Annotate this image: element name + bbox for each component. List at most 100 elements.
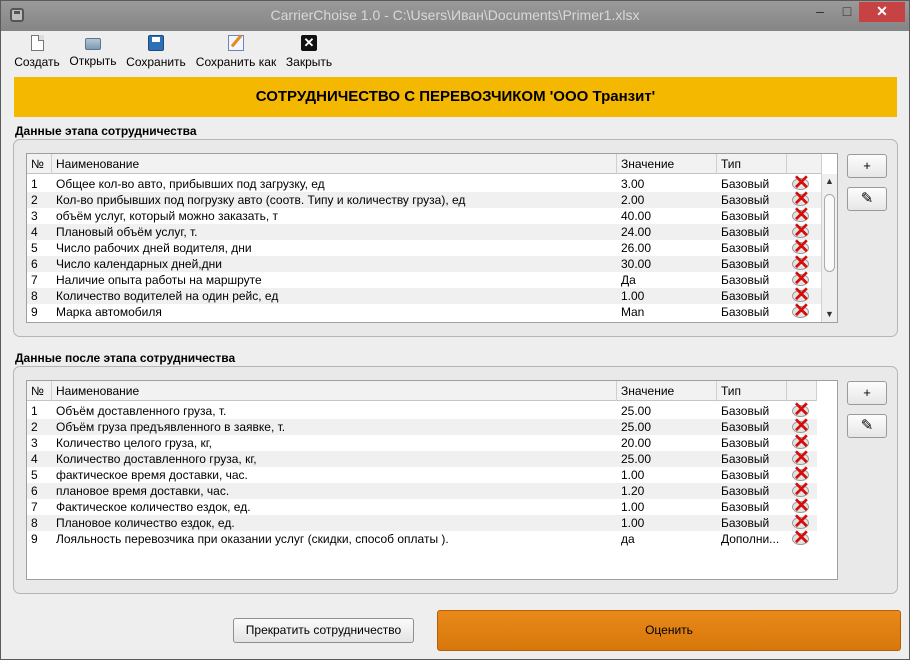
edit-icon: ✎	[860, 417, 874, 434]
row-value: 1.00	[621, 500, 645, 514]
table-row[interactable]: 4 Количество доставленного груза, кг, 25.0…	[27, 448, 817, 468]
delete-row-button[interactable]: ✕	[789, 528, 811, 548]
table-row[interactable]: 2 Объём груза предъявленного в заявке, т.…	[27, 416, 817, 436]
table-row[interactable]: 6 Число календарных дней,дни 30.00 Базовый ✕	[27, 253, 822, 273]
minimize-button[interactable]: –	[807, 2, 833, 22]
row-name: объём услуг, который можно заказать, т	[56, 209, 279, 223]
row-num: 1	[31, 404, 38, 418]
row-num: 6	[31, 484, 38, 498]
section1-edit-button[interactable]: ✎	[847, 187, 887, 211]
table-row[interactable]: 9 Лояльность перевозчика при оказании усл…	[27, 528, 817, 548]
table-row[interactable]: 7 Фактическое количество ездок, ед. 1.00 Ба…	[27, 496, 817, 516]
row-name: Число календарных дней,дни	[56, 257, 222, 271]
open-button[interactable]: Открыть	[68, 33, 118, 73]
col-num-header[interactable]: №	[27, 381, 52, 401]
scroll-thumb[interactable]	[824, 194, 835, 272]
row-type: Базовый	[721, 209, 770, 223]
row-num: 3	[31, 436, 38, 450]
table-row[interactable]: 1 Общее кол-во авто, прибывших под загруз…	[27, 173, 822, 193]
row-name: Общее кол-во авто, прибывших под загрузк…	[56, 177, 325, 191]
app-icon[interactable]	[10, 8, 24, 22]
col-type-header[interactable]: Тип	[717, 381, 787, 401]
stop-cooperation-button[interactable]: Прекратить сотрудничество	[233, 618, 414, 643]
row-type: Базовый	[721, 516, 770, 530]
table-row[interactable]: 2 Кол-во прибывших под погрузку авто (соо…	[27, 189, 822, 209]
scroll-up-arrow[interactable]: ▲	[822, 174, 837, 189]
table-row[interactable]: 7 Наличие опыта работы на маршруте Да Базов…	[27, 269, 822, 289]
section1-add-button[interactable]: +	[847, 154, 887, 178]
toolbar: Создать Открыть Сохранить Сохранить как …	[1, 31, 909, 73]
close-file-button[interactable]: ✕ Закрыть	[284, 33, 334, 73]
row-value: 1.20	[621, 484, 645, 498]
col-delete-header	[787, 154, 822, 174]
row-name: Количество целого груза, кг,	[56, 436, 212, 450]
col-name-header[interactable]: Наименование	[52, 154, 617, 174]
table-row[interactable]: 5 Число рабочих дней водителя, дни 26.00 Ба…	[27, 237, 822, 257]
col-type-header[interactable]: Тип	[717, 154, 787, 174]
row-name: Марка автомобиля	[56, 305, 162, 319]
row-value: 40.00	[621, 209, 652, 223]
table-row[interactable]: 3 Количество целого груза, кг, 20.00 Базовы…	[27, 432, 817, 452]
new-file-icon	[30, 35, 44, 51]
row-value: да	[621, 532, 635, 546]
maximize-button[interactable]: □	[834, 2, 860, 22]
table-row[interactable]: 8 Плановое количество ездок, ед. 1.00 Базов…	[27, 512, 817, 532]
table-row[interactable]: 4 Плановый объём услуг, т. 24.00 Базовый ✕	[27, 221, 822, 241]
table-row[interactable]: 5 фактическое время доставки, час. 1.00 Баз…	[27, 464, 817, 484]
table-row[interactable]: 8 Количество водителей на один рейс, ед 1.…	[27, 285, 822, 305]
save-button[interactable]: Сохранить	[124, 33, 188, 73]
folder-icon	[85, 38, 101, 50]
close-window-button[interactable]: ✕	[859, 2, 905, 22]
row-num: 2	[31, 193, 38, 207]
row-num: 8	[31, 289, 38, 303]
row-value: 25.00	[621, 420, 652, 434]
section1-table[interactable]: № Наименование Значение Тип 1 Общее кол-в…	[26, 153, 838, 323]
delete-row-button[interactable]: ✕	[789, 301, 811, 321]
table-row[interactable]: 1 Объём доставленного груза, т. 25.00 Базов…	[27, 400, 817, 420]
section1-scrollbar[interactable]: ▲ ▼	[821, 174, 837, 322]
col-num-header[interactable]: №	[27, 154, 52, 174]
row-num: 9	[31, 532, 38, 546]
row-name: Объём груза предъявленного в заявке, т.	[56, 420, 286, 434]
row-value: 20.00	[621, 436, 652, 450]
col-value-header[interactable]: Значение	[617, 381, 717, 401]
table-row[interactable]: 3 объём услуг, который можно заказать, т 4…	[27, 205, 822, 225]
section2-title: Данные после этапа сотрудничества	[15, 351, 236, 365]
save-as-button[interactable]: Сохранить как	[193, 33, 279, 73]
row-type: Базовый	[721, 468, 770, 482]
row-name: Количество доставленного груза, кг,	[56, 452, 257, 466]
row-num: 5	[31, 468, 38, 482]
section1-panel: № Наименование Значение Тип 1 Общее кол-в…	[13, 139, 898, 337]
row-name: Число рабочих дней водителя, дни	[56, 241, 252, 255]
table-row[interactable]: 9 Марка автомобиля Man Базовый ✕	[27, 301, 822, 321]
floppy-icon	[148, 35, 164, 51]
row-value: 25.00	[621, 404, 652, 418]
section2-add-button[interactable]: +	[847, 381, 887, 405]
row-value: 1.00	[621, 516, 645, 530]
col-value-header[interactable]: Значение	[617, 154, 717, 174]
create-button[interactable]: Создать	[12, 33, 62, 73]
close-label: Закрыть	[285, 55, 333, 69]
section1-title: Данные этапа сотрудничества	[15, 124, 197, 138]
row-type: Базовый	[721, 452, 770, 466]
section2-table-header: № Наименование Значение Тип	[27, 381, 817, 401]
row-type: Базовый	[721, 241, 770, 255]
save-as-label: Сохранить как	[195, 55, 277, 69]
row-type: Базовый	[721, 420, 770, 434]
evaluate-button[interactable]: Оценить	[437, 610, 901, 651]
title-bar: CarrierChoise 1.0 - C:\Users\Иван\Docume…	[1, 1, 909, 31]
col-delete-header	[787, 381, 817, 401]
row-value: 25.00	[621, 452, 652, 466]
row-name: Фактическое количество ездок, ед.	[56, 500, 251, 514]
col-name-header[interactable]: Наименование	[52, 381, 617, 401]
row-num: 8	[31, 516, 38, 530]
row-num: 4	[31, 452, 38, 466]
row-num: 4	[31, 225, 38, 239]
table-row[interactable]: 6 плановое время доставки, час. 1.20 Базовы…	[27, 480, 817, 500]
section2-edit-button[interactable]: ✎	[847, 414, 887, 438]
section2-table[interactable]: № Наименование Значение Тип 1 Объём доста…	[26, 380, 838, 580]
carrier-banner: СОТРУДНИЧЕСТВО С ПЕРЕВОЗЧИКОМ 'ООО Транз…	[14, 77, 897, 117]
row-value: 1.00	[621, 289, 645, 303]
scroll-down-arrow[interactable]: ▼	[822, 307, 837, 322]
row-type: Базовый	[721, 225, 770, 239]
